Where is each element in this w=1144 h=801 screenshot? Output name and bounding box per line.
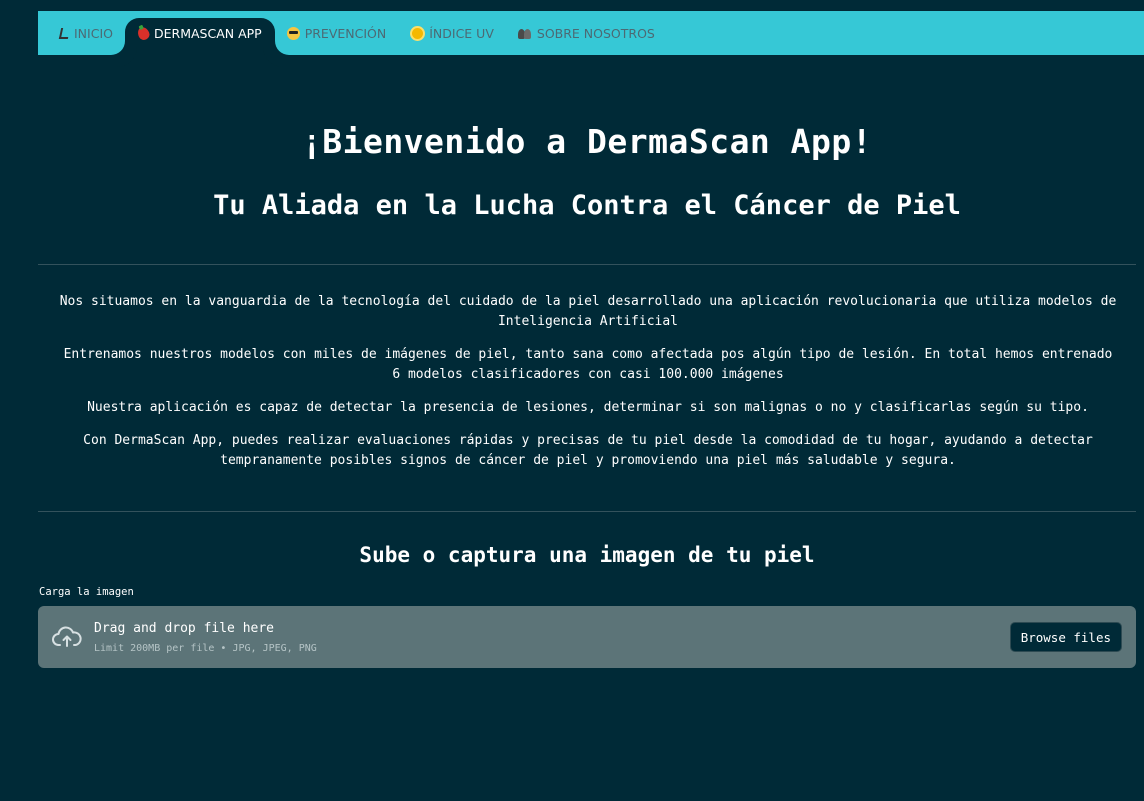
pepper-icon <box>135 24 152 42</box>
cool-face-icon <box>286 26 300 40</box>
file-dropzone[interactable]: Drag and drop file here Limit 200MB per … <box>38 606 1136 668</box>
nav-item-label: PREVENCIÓN <box>304 25 387 41</box>
intro-text: Nos situamos en la vanguardia de la tecn… <box>58 292 1118 484</box>
nav-item-label: ÍNDICE UV <box>429 25 494 41</box>
intro-paragraph: Con DermaScan App, puedes realizar evalu… <box>83 433 1093 468</box>
intro-paragraph: Entrenamos nuestros modelos con miles de… <box>63 347 1113 382</box>
dropzone-instruction: Drag and drop file here <box>94 621 275 636</box>
nav-item-sobre-nosotros[interactable]: SOBRE NOSOTROS <box>506 11 667 55</box>
home-icon <box>58 27 71 39</box>
intro-paragraph: Nuestra aplicación es capaz de detectar … <box>87 400 1089 415</box>
intro-paragraph: Nos situamos en la vanguardia de la tecn… <box>59 294 1117 329</box>
people-icon <box>517 27 532 39</box>
sun-icon <box>412 27 424 39</box>
top-navbar: INICIO DERMASCAN APP PREVENCIÓN ÍNDICE U… <box>38 11 1144 55</box>
nav-item-label: INICIO <box>74 25 113 41</box>
upload-heading: Sube o captura una imagen de tu piel <box>359 543 815 567</box>
divider <box>38 264 1136 265</box>
browse-files-button[interactable]: Browse files <box>1009 622 1122 652</box>
page-subtitle: Tu Aliada en la Lucha Contra el Cáncer d… <box>213 190 961 221</box>
page-title: ¡Bienvenido a DermaScan App! <box>301 122 873 161</box>
nav-item-indice-uv[interactable]: ÍNDICE UV <box>398 11 506 55</box>
upload-label: Carga la imagen <box>39 586 134 598</box>
nav-item-label: DERMASCAN APP <box>153 25 262 41</box>
cloud-upload-icon <box>52 626 82 647</box>
dropzone-limit: Limit 200MB per file • JPG, JPEG, PNG <box>94 643 317 654</box>
nav-item-dermascan-app[interactable]: DERMASCAN APP <box>124 18 275 55</box>
divider <box>38 511 1136 512</box>
nav-item-prevencion[interactable]: PREVENCIÓN <box>275 11 399 55</box>
nav-item-label: SOBRE NOSOTROS <box>536 25 655 41</box>
